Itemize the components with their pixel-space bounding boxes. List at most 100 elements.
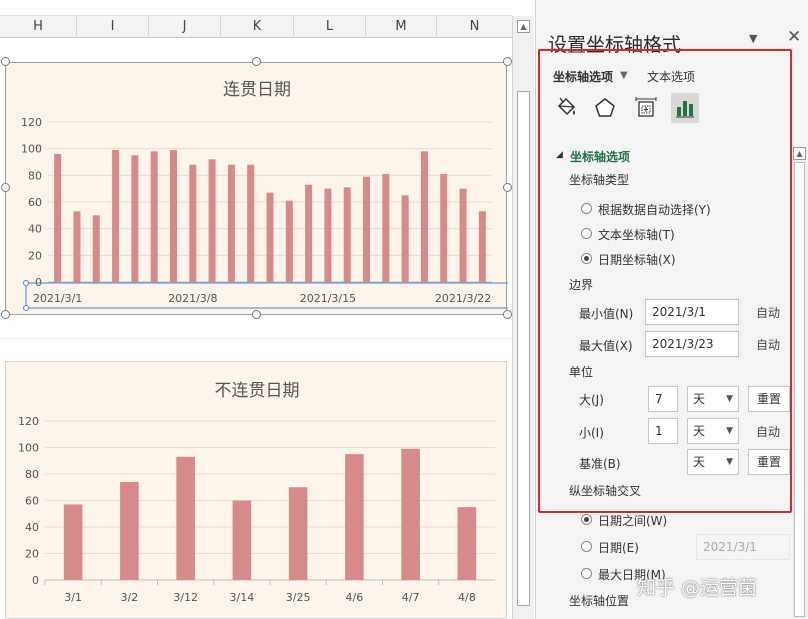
column-header-h[interactable]: H [0, 16, 77, 38]
radio-at-date-label[interactable]: 日期(E) [598, 539, 639, 556]
sheet-top-strip [0, 0, 512, 16]
max-bound-label: 最大值(X) [579, 339, 633, 353]
resize-handle-top-right[interactable] [503, 57, 512, 66]
radio-auto-select-label[interactable]: 根据数据自动选择(Y) [598, 201, 711, 218]
x-tick-label: 3/25 [286, 591, 311, 604]
cross-date-input[interactable]: 2021/3/1 [696, 534, 790, 560]
x-tick-label: 3/1 [64, 591, 82, 604]
pane-scrollbar-thumb[interactable] [794, 162, 805, 617]
chart-discontinuous-dates[interactable]: 不连贯日期 0 20 40 60 80 100 120 3/1 3/2 3/12 3/14 3/25 4/… [5, 361, 507, 619]
bar [112, 150, 120, 282]
section-axis-options[interactable]: 坐标轴选项 [570, 148, 630, 165]
minor-unit-input[interactable]: 1 [648, 418, 678, 444]
base-unit-select[interactable]: 天 ▼ [687, 449, 739, 475]
y-tick-label: 40 [25, 521, 39, 534]
size-properties-icon[interactable] [632, 93, 660, 123]
y-tick-label: 100 [18, 442, 39, 455]
watermark: 知乎 @运营菌 [637, 577, 758, 599]
column-header-bar: H I J K L M N [0, 16, 512, 38]
major-unit-reset-button[interactable]: 重置 [748, 386, 790, 412]
resize-handle-bottom-right[interactable] [503, 310, 512, 319]
bar [459, 188, 467, 282]
radio-between-dates-label[interactable]: 日期之间(W) [598, 512, 667, 529]
chart-title: 连贯日期 [223, 80, 291, 100]
minor-unit-select[interactable]: 天 ▼ [687, 418, 739, 444]
chevron-down-icon: ▼ [726, 457, 733, 467]
bar [150, 151, 158, 282]
bar [324, 188, 332, 282]
radio-auto-select[interactable] [581, 203, 592, 214]
resize-handle-bottom[interactable] [252, 310, 261, 319]
radio-at-date[interactable] [581, 541, 592, 552]
base-unit-reset-button[interactable]: 重置 [748, 449, 790, 475]
pane-title: 设置坐标轴格式 [548, 34, 682, 56]
resize-handle-bottom-left[interactable] [1, 310, 10, 319]
spreadsheet-area[interactable]: H I J K L M N 连贯日期 0 20 40 60 80 100 120 2021/3/… [0, 0, 512, 619]
vertical-axis-cross-label: 纵坐标轴交叉 [569, 484, 642, 498]
pane-vertical-scrollbar[interactable]: ▲ [792, 147, 807, 619]
bar [63, 504, 83, 580]
column-header-l[interactable]: L [294, 16, 366, 38]
tab-text-options[interactable]: 文本选项 [647, 68, 695, 85]
radio-between-dates[interactable] [581, 514, 592, 525]
radio-text-axis-label[interactable]: 文本坐标轴(T) [598, 226, 675, 243]
resize-handle-top[interactable] [252, 57, 261, 66]
axis-position-label: 坐标轴位置 [569, 594, 630, 608]
scrollbar-thumb[interactable] [517, 91, 530, 606]
column-header-j[interactable]: J [149, 16, 221, 38]
column-header-i[interactable]: I [77, 16, 149, 38]
radio-date-axis-label[interactable]: 日期坐标轴(X) [598, 251, 676, 268]
minor-unit-label: 小(I) [579, 426, 604, 440]
radio-max-date[interactable] [581, 568, 592, 579]
scroll-up-arrow-icon[interactable]: ▲ [793, 147, 806, 160]
max-bound-input[interactable]: 2021/3/23 [645, 331, 739, 357]
radio-date-axis[interactable] [581, 253, 592, 264]
bar [208, 159, 216, 282]
y-tick-label: 0 [32, 574, 39, 587]
chevron-down-icon[interactable]: ▼ [620, 70, 628, 81]
major-unit-label: 大(J) [579, 393, 604, 407]
axis-type-label: 坐标轴类型 [569, 173, 630, 187]
bounds-label: 边界 [569, 278, 594, 292]
chart-discontinuous-dates-plot: 不连贯日期 0 20 40 60 80 100 120 3/1 3/2 3/12 3/14 3/25 4/… [18, 381, 495, 604]
minor-unit-select-value: 天 [693, 424, 706, 438]
pentagon-shape-icon[interactable] [591, 93, 619, 123]
y-tick-label: 20 [28, 249, 42, 262]
bar [285, 200, 293, 282]
pane-options-dropdown-icon[interactable]: ▼ [749, 32, 757, 45]
resize-handle-right[interactable] [503, 183, 512, 192]
bar [232, 500, 252, 580]
bar [478, 211, 486, 282]
bar-chart-icon[interactable] [671, 93, 699, 123]
radio-text-axis[interactable] [581, 228, 592, 239]
resize-handle-top-left[interactable] [1, 57, 10, 66]
scroll-up-arrow-icon[interactable]: ▲ [517, 20, 530, 33]
resize-handle-left[interactable] [1, 183, 10, 192]
major-unit-select[interactable]: 天 ▼ [687, 386, 739, 412]
chart-title: 不连贯日期 [215, 381, 300, 401]
fill-bucket-icon[interactable] [552, 93, 580, 123]
axis-selection-handle [23, 305, 29, 311]
collapse-triangle-icon[interactable]: ◢ [556, 150, 563, 160]
column-header-k[interactable]: K [221, 16, 294, 38]
bar [169, 150, 177, 282]
column-header-n[interactable]: N [437, 16, 512, 38]
column-header-m[interactable]: M [366, 16, 437, 38]
x-tick-label: 4/6 [346, 591, 364, 604]
sheet-vertical-scrollbar[interactable]: ▲ [512, 16, 534, 619]
chart-continuous-dates[interactable]: 连贯日期 0 20 40 60 80 100 120 2021/3/1 2021/3/8 2021/… [5, 62, 508, 315]
close-icon[interactable]: ✕ [787, 27, 801, 47]
axis-selection-handle [23, 280, 29, 286]
bar [227, 164, 235, 282]
bar [54, 154, 62, 282]
major-unit-input[interactable]: 7 [648, 386, 678, 412]
min-bound-input[interactable]: 2021/3/1 [645, 299, 739, 325]
chart-continuous-dates-plot: 连贯日期0204060801001202021/3/1 2021/3/8 2021/… [21, 80, 508, 311]
y-tick-label: 120 [21, 116, 42, 129]
bar [420, 151, 428, 282]
bar [440, 174, 448, 282]
bar [305, 184, 313, 282]
tab-axis-options[interactable]: 坐标轴选项 [553, 68, 613, 85]
bar [247, 164, 255, 282]
chevron-down-icon: ▼ [726, 426, 733, 436]
